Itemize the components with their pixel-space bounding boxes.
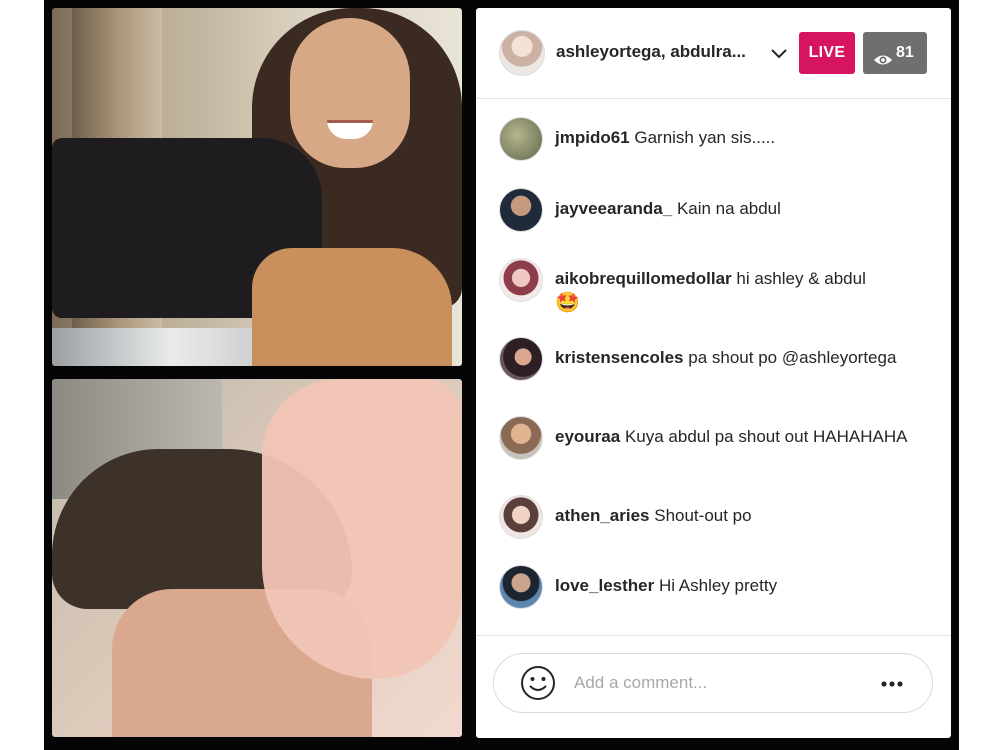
- comment-composer: [493, 653, 933, 713]
- comment-username[interactable]: eyouraa: [555, 427, 620, 446]
- comment-text-block: athen_aries Shout-out po: [555, 503, 925, 528]
- comment-message: Shout-out po: [654, 506, 752, 525]
- commenter-avatar[interactable]: [499, 258, 543, 302]
- commenter-avatar[interactable]: [499, 495, 543, 539]
- star-eyes-emoji: 🤩: [555, 292, 580, 314]
- commenter-avatar[interactable]: [499, 416, 543, 460]
- comment-message: Kain na abdul: [676, 199, 781, 218]
- face-shape: [290, 18, 410, 168]
- comment-input[interactable]: [574, 670, 864, 696]
- comment-username[interactable]: kristensencoles: [555, 348, 684, 367]
- comment-text-block: kristensencoles pa shout po @ashleyorteg…: [555, 345, 925, 370]
- smiley-icon[interactable]: [520, 665, 556, 706]
- live-comments-panel: ashleyortega, abdulra... LIVE 81 jmpido6…: [476, 8, 951, 738]
- host-name[interactable]: ashleyortega, abdulra...: [556, 42, 746, 62]
- commenter-avatar[interactable]: [499, 337, 543, 381]
- commenter-avatar[interactable]: [499, 565, 543, 609]
- comment-username[interactable]: jayveearanda_: [555, 199, 672, 218]
- comment-message: hi ashley & abdul: [736, 269, 866, 288]
- comment-text-block: jayveearanda_ Kain na abdul: [555, 196, 925, 221]
- divider: [476, 635, 951, 636]
- chevron-down-icon[interactable]: [769, 43, 789, 68]
- comment-text-block: eyouraa Kuya abdul pa shout out HAHAHAHA: [555, 424, 925, 449]
- hand-shape: [252, 248, 452, 366]
- table-items: [52, 328, 252, 366]
- commenter-avatar[interactable]: [499, 188, 543, 232]
- comment-text-block: love_lesther Hi Ashley pretty: [555, 573, 925, 598]
- comment-username[interactable]: jmpido61: [555, 128, 630, 147]
- hand-shape: [262, 379, 462, 679]
- viewer-count: 81: [896, 44, 914, 61]
- host-avatar[interactable]: [499, 30, 545, 76]
- comment-text-block: aikobrequillomedollar hi ashley & abdul …: [555, 266, 925, 316]
- host-video-feed[interactable]: [52, 8, 462, 366]
- comment-message: Kuya abdul pa shout out HAHAHAHA: [624, 427, 908, 446]
- comment-text-block: jmpido61 Garnish yan sis.....: [555, 125, 925, 150]
- more-options-icon[interactable]: [879, 674, 905, 699]
- comment-username[interactable]: athen_aries: [555, 506, 650, 525]
- comment-message: Garnish yan sis.....: [634, 128, 776, 147]
- live-badge: LIVE: [799, 32, 855, 74]
- comment-username[interactable]: love_lesther: [555, 576, 654, 595]
- comment-message: pa shout po @ashleyortega: [688, 348, 897, 367]
- guest-video-feed[interactable]: [52, 379, 462, 737]
- comment-message: Hi Ashley pretty: [658, 576, 778, 595]
- eye-icon: [873, 44, 893, 86]
- commenter-avatar[interactable]: [499, 117, 543, 161]
- comment-username[interactable]: aikobrequillomedollar: [555, 269, 732, 288]
- live-header: ashleyortega, abdulra... LIVE 81: [476, 8, 951, 99]
- viewer-count-badge[interactable]: 81: [863, 32, 927, 74]
